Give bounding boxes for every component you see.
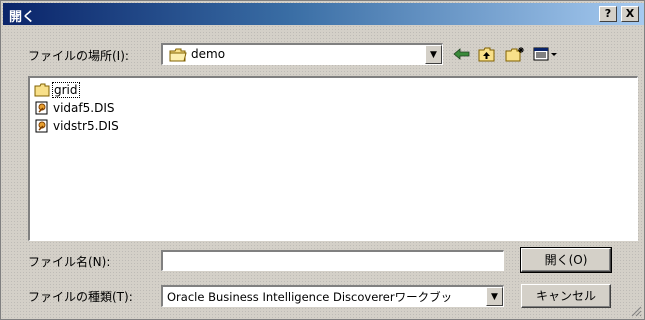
chevron-down-icon: ▼ (491, 292, 498, 302)
new-folder-icon[interactable] (504, 43, 526, 65)
help-button[interactable]: ? (599, 6, 617, 22)
filetype-label: ファイルの種類(T): (28, 290, 133, 304)
list-item[interactable]: vidstr5.DIS (34, 117, 119, 134)
folder-icon (169, 48, 187, 65)
file-name: grid (52, 81, 80, 98)
look-in-value: demo (191, 47, 226, 61)
cancel-button[interactable]: キャンセル (521, 284, 611, 308)
file-name: vidstr5.DIS (53, 118, 119, 133)
list-item[interactable]: grid (34, 81, 80, 98)
chevron-down-icon: ▼ (430, 50, 437, 60)
filetype-value: Oracle Business Intelligence Discovererワ… (167, 290, 453, 304)
folder-icon (34, 83, 50, 97)
open-button[interactable]: 開く(O) (520, 247, 612, 273)
dis-file-icon (34, 101, 50, 115)
list-item[interactable]: vidaf5.DIS (34, 99, 114, 116)
filename-label: ファイル名(N): (28, 255, 111, 269)
file-list[interactable]: grid vidaf5.DIS vidstr5.DIS (28, 76, 638, 241)
look-in-dropdown-button[interactable]: ▼ (425, 45, 442, 64)
dis-file-icon (34, 119, 50, 133)
close-button[interactable]: X (621, 6, 639, 22)
file-name: vidaf5.DIS (53, 100, 115, 115)
up-folder-icon[interactable] (476, 43, 498, 65)
window-title: 開く (9, 10, 36, 25)
filename-input[interactable] (161, 250, 504, 271)
filetype-combo[interactable]: Oracle Business Intelligence Discovererワ… (161, 285, 504, 307)
view-menu-icon[interactable] (531, 43, 561, 65)
resize-grip-icon[interactable] (630, 305, 642, 317)
back-arrow-icon[interactable] (451, 43, 473, 65)
look-in-combo[interactable]: demo ▼ (161, 43, 443, 65)
title-bar: 開く ? X (3, 3, 644, 25)
open-file-dialog: 開く ? X ファイルの場所(I): demo ▼ grid vidaf5.DI… (0, 0, 645, 320)
look-in-label: ファイルの場所(I): (28, 49, 129, 63)
filetype-dropdown-button[interactable]: ▼ (486, 287, 503, 306)
